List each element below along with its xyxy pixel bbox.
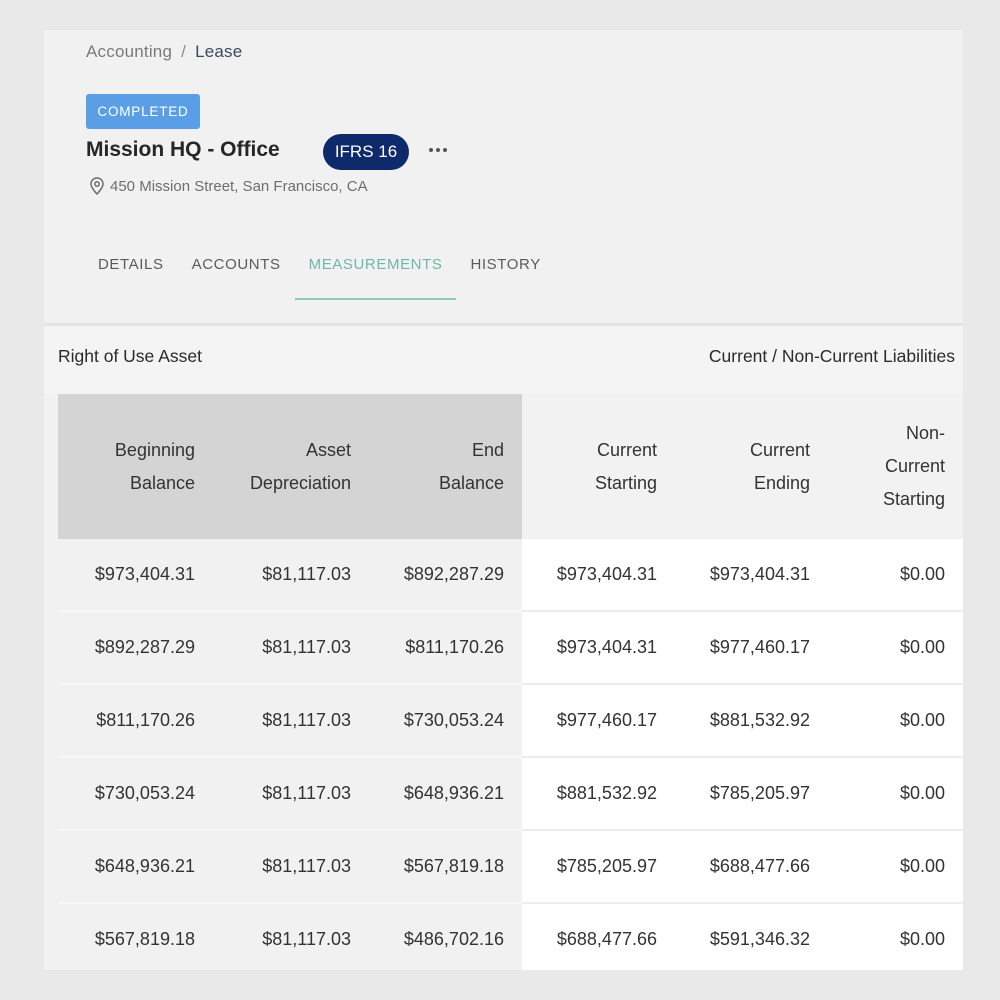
cell-non-current-starting: $0.00 bbox=[828, 539, 963, 611]
col-asset-depreciation[interactable]: AssetDepreciation bbox=[213, 394, 369, 539]
breadcrumb-accounting-link[interactable]: Accounting bbox=[86, 42, 172, 61]
cell-current-starting: $973,404.31 bbox=[522, 611, 675, 684]
cell-current-ending: $973,404.31 bbox=[675, 539, 828, 611]
cell-end-balance: $892,287.29 bbox=[369, 539, 522, 611]
cell-non-current-starting: $0.00 bbox=[828, 830, 963, 903]
col-non-current-starting[interactable]: Non-CurrentStarting bbox=[828, 394, 963, 539]
col-beginning-balance[interactable]: BeginningBalance bbox=[58, 394, 213, 539]
cell-asset-depreciation: $81,117.03 bbox=[213, 903, 369, 970]
col-end-balance[interactable]: EndBalance bbox=[369, 394, 522, 539]
cell-asset-depreciation: $81,117.03 bbox=[213, 539, 369, 611]
table-header-row: BeginningBalance AssetDepreciation EndBa… bbox=[58, 394, 963, 539]
right-of-use-asset-title: Right of Use Asset bbox=[58, 346, 202, 367]
cell-asset-depreciation: $81,117.03 bbox=[213, 757, 369, 830]
tab-measurements[interactable]: MEASUREMENTS bbox=[295, 248, 457, 292]
table-row: $892,287.29 $81,117.03 $811,170.26 $973,… bbox=[58, 611, 963, 684]
address-text: 450 Mission Street, San Francisco, CA bbox=[110, 178, 368, 195]
cell-end-balance: $486,702.16 bbox=[369, 903, 522, 970]
cell-beginning-balance: $973,404.31 bbox=[58, 539, 213, 611]
page-title: Mission HQ - Office bbox=[86, 138, 280, 162]
cell-current-starting: $977,460.17 bbox=[522, 684, 675, 757]
col-current-ending[interactable]: CurrentEnding bbox=[675, 394, 828, 539]
cell-non-current-starting: $0.00 bbox=[828, 684, 963, 757]
tab-details[interactable]: DETAILS bbox=[84, 248, 178, 292]
cell-current-ending: $881,532.92 bbox=[675, 684, 828, 757]
table-row: $811,170.26 $81,117.03 $730,053.24 $977,… bbox=[58, 684, 963, 757]
map-pin-icon bbox=[90, 177, 104, 195]
cell-non-current-starting: $0.00 bbox=[828, 903, 963, 970]
liabilities-title: Current / Non-Current Liabilities bbox=[709, 346, 955, 367]
cell-asset-depreciation: $81,117.03 bbox=[213, 830, 369, 903]
cell-beginning-balance: $567,819.18 bbox=[58, 903, 213, 970]
tab-bar: DETAILS ACCOUNTS MEASUREMENTS HISTORY bbox=[84, 248, 555, 292]
table-row: $973,404.31 $81,117.03 $892,287.29 $973,… bbox=[58, 539, 963, 611]
cell-current-starting: $881,532.92 bbox=[522, 757, 675, 830]
cell-current-ending: $785,205.97 bbox=[675, 757, 828, 830]
cell-current-ending: $688,477.66 bbox=[675, 830, 828, 903]
cell-current-starting: $688,477.66 bbox=[522, 903, 675, 970]
cell-current-starting: $973,404.31 bbox=[522, 539, 675, 611]
breadcrumb-current: Lease bbox=[195, 42, 242, 61]
col-current-starting[interactable]: CurrentStarting bbox=[522, 394, 675, 539]
cell-beginning-balance: $730,053.24 bbox=[58, 757, 213, 830]
tab-accounts[interactable]: ACCOUNTS bbox=[178, 248, 295, 292]
cell-end-balance: $811,170.26 bbox=[369, 611, 522, 684]
cell-end-balance: $567,819.18 bbox=[369, 830, 522, 903]
table-row: $730,053.24 $81,117.03 $648,936.21 $881,… bbox=[58, 757, 963, 830]
breadcrumb: Accounting / Lease bbox=[86, 42, 242, 62]
lease-detail-panel: Accounting / Lease COMPLETED Mission HQ - … bbox=[44, 30, 963, 970]
table-section-header: Right of Use Asset Current / Non-Current… bbox=[44, 326, 963, 394]
accounting-standard-badge: IFRS 16 bbox=[323, 134, 409, 170]
cell-current-ending: $591,346.32 bbox=[675, 903, 828, 970]
cell-non-current-starting: $0.00 bbox=[828, 611, 963, 684]
cell-end-balance: $730,053.24 bbox=[369, 684, 522, 757]
cell-non-current-starting: $0.00 bbox=[828, 757, 963, 830]
cell-current-starting: $785,205.97 bbox=[522, 830, 675, 903]
table-row: $567,819.18 $81,117.03 $486,702.16 $688,… bbox=[58, 903, 963, 970]
more-horizontal-icon[interactable] bbox=[429, 141, 453, 159]
cell-beginning-balance: $811,170.26 bbox=[58, 684, 213, 757]
lease-address: 450 Mission Street, San Francisco, CA bbox=[90, 177, 368, 195]
cell-end-balance: $648,936.21 bbox=[369, 757, 522, 830]
table-row: $648,936.21 $81,117.03 $567,819.18 $785,… bbox=[58, 830, 963, 903]
cell-beginning-balance: $892,287.29 bbox=[58, 611, 213, 684]
measurements-table: BeginningBalance AssetDepreciation EndBa… bbox=[58, 394, 963, 970]
status-badge: COMPLETED bbox=[86, 94, 200, 129]
cell-asset-depreciation: $81,117.03 bbox=[213, 611, 369, 684]
cell-asset-depreciation: $81,117.03 bbox=[213, 684, 369, 757]
tab-history[interactable]: HISTORY bbox=[456, 248, 554, 292]
breadcrumb-separator: / bbox=[181, 42, 186, 61]
cell-current-ending: $977,460.17 bbox=[675, 611, 828, 684]
cell-beginning-balance: $648,936.21 bbox=[58, 830, 213, 903]
